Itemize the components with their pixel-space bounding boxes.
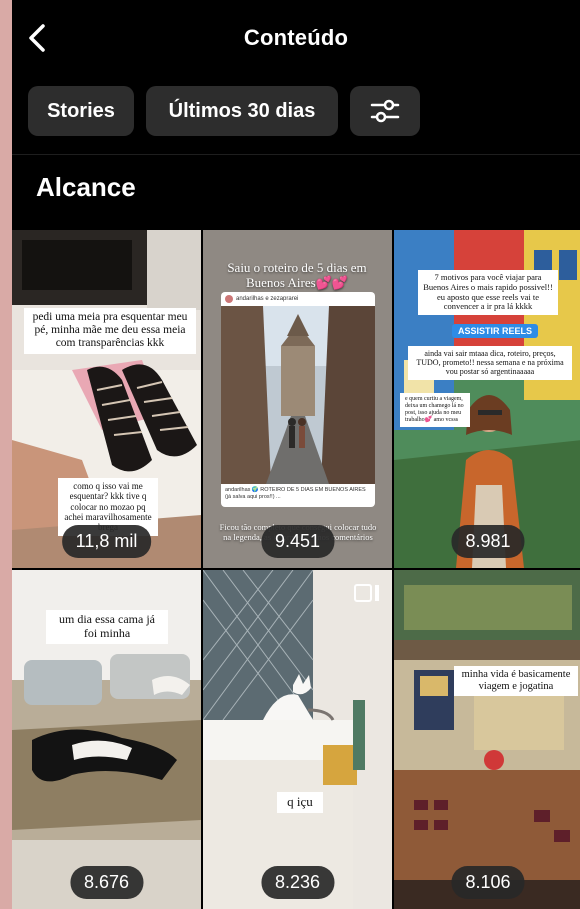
sliders-icon [370,99,400,123]
metric-section-title: Alcance [36,172,136,202]
story-caption: minha vida é basicamente viagem e jogati… [454,666,578,697]
story-tile[interactable]: Saiu o roteiro de 5 dias em Buenos Aires… [203,230,392,568]
story-caption: q içu [277,792,323,813]
story-caption: pedi uma meia pra esquentar meu pé, minh… [24,308,196,354]
story-caption: ainda vai sair mtaaa dica, roteiro, preç… [408,346,572,380]
video-icon [354,584,379,602]
date-range-filter[interactable]: Últimos 30 dias [146,86,338,136]
story-tile[interactable]: q içu 8.236 [203,570,392,909]
story-tile[interactable]: minha vida é basicamente viagem e jogati… [394,570,580,909]
post-card-caption: andarilhas 🌍 ROTEIRO DE 5 DIAS EM BUENOS… [225,487,366,500]
content-type-filter[interactable]: Stories [28,86,134,136]
divider [12,154,580,155]
avatar [225,295,233,303]
reach-count: 8.981 [451,525,525,558]
page-title: Conteúdo [243,25,349,50]
back-button[interactable] [22,20,52,56]
reach-count: 8.676 [69,866,144,899]
story-tile[interactable]: um dia essa cama já foi minha 8.676 [12,570,201,909]
story-thumbnail [394,570,580,909]
post-card-header: andarilhas e zezaprarei [221,292,375,306]
story-caption: Saiu o roteiro de 5 dias em Buenos Aires… [227,260,367,290]
story-tile[interactable]: pedi uma meia pra esquentar meu pé, minh… [12,230,201,568]
story-caption: 7 motivos para você viajar para Buenos A… [418,270,558,316]
story-caption: e quem curtiu a viagem, deixa um chamego… [400,393,470,427]
watch-reels-button[interactable]: ASSISTIR REELS [452,324,539,338]
story-tile[interactable]: 7 motivos para você viajar para Buenos A… [394,230,580,568]
chevron-left-icon [29,24,45,52]
post-card-user: andarilhas e zezaprarei [236,296,299,302]
reach-count: 8.106 [451,866,525,899]
stories-grid: pedi uma meia pra esquentar meu pé, minh… [12,230,580,909]
reach-count: 8.236 [260,866,335,899]
top-bar: Conteúdo [12,0,580,76]
date-range-label: Últimos 30 dias [168,99,316,122]
phone-screen: Conteúdo Stories Últimos 30 dias Alcance [12,0,580,909]
reach-count: 9.451 [260,525,335,558]
content-type-label: Stories [47,99,115,122]
story-thumbnail [203,570,392,909]
reach-count: 11,8 mil [61,525,152,558]
filter-settings-button[interactable] [350,86,420,136]
post-card-photo [221,306,375,484]
post-card: andarilhas e zezaprarei andarilhas 🌍 ROT… [221,292,375,507]
filter-bar: Stories Últimos 30 dias [28,86,420,136]
story-caption: um dia essa cama já foi minha [46,610,168,644]
